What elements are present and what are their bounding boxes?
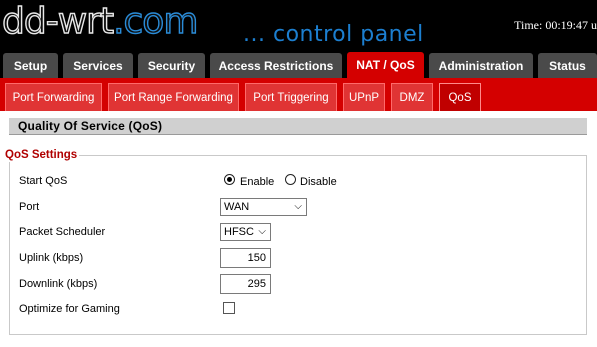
packet-scheduler-value: HFSC — [224, 226, 254, 238]
tagline: ... control panel — [243, 22, 424, 47]
tab-nat-qos[interactable]: NAT / QoS — [347, 52, 424, 78]
tab-security[interactable]: Security — [138, 53, 205, 78]
uplink-input[interactable]: 150 — [220, 248, 271, 268]
tab-administration[interactable]: Administration — [429, 53, 533, 78]
logo: dd-wrt.com — [1, 0, 199, 44]
packet-scheduler-label: Packet Scheduler — [19, 226, 106, 238]
subtab-port-forwarding[interactable]: Port Forwarding — [5, 83, 102, 111]
start-qos-disable-radio[interactable] — [285, 174, 296, 185]
subtab-port-triggering[interactable]: Port Triggering — [245, 83, 337, 111]
chevron-down-icon: ⌵ — [294, 201, 302, 212]
subtab-port-range-forwarding[interactable]: Port Range Forwarding — [108, 83, 239, 111]
start-qos-label: Start QoS — [19, 175, 68, 187]
sub-tab-bar: Port Forwarding Port Range Forwarding Po… — [0, 78, 597, 111]
start-qos-enable-label[interactable]: Enable — [240, 176, 274, 189]
port-label: Port — [19, 201, 40, 213]
downlink-label: Downlink (kbps) — [19, 278, 98, 290]
start-qos-disable-label[interactable]: Disable — [300, 176, 337, 189]
tab-access-restrictions[interactable]: Access Restrictions — [210, 53, 342, 78]
packet-scheduler-select[interactable]: HFSC ⌵ — [220, 223, 271, 241]
logo-main: dd-wrt — [1, 0, 114, 42]
chevron-down-icon: ⌵ — [258, 226, 266, 237]
uplink-label: Uplink (kbps) — [19, 252, 84, 264]
tab-services[interactable]: Services — [63, 53, 133, 78]
subtab-upnp[interactable]: UPnP — [343, 83, 385, 111]
subtab-qos[interactable]: QoS — [439, 83, 481, 111]
tab-setup[interactable]: Setup — [3, 53, 58, 78]
header-bar: dd-wrt.com ... control panel Time: 00:19… — [0, 0, 597, 50]
qos-settings-legend: QoS Settings — [3, 149, 80, 162]
start-qos-enable-radio[interactable] — [224, 174, 235, 185]
optimize-gaming-label: Optimize for Gaming — [19, 303, 120, 315]
logo-tld: .com — [112, 0, 199, 42]
optimize-gaming-checkbox[interactable] — [223, 302, 235, 314]
radio-selected-dot — [227, 177, 232, 182]
port-select[interactable]: WAN ⌵ — [220, 198, 307, 216]
time-display: Time: 00:19:47 u — [514, 18, 597, 32]
section-title: Quality Of Service (QoS) — [9, 118, 587, 135]
port-select-value: WAN — [224, 201, 250, 213]
downlink-input[interactable]: 295 — [220, 274, 271, 294]
main-tab-bar: Setup Services Security Access Restricti… — [0, 50, 597, 78]
subtab-dmz[interactable]: DMZ — [391, 83, 433, 111]
tab-status[interactable]: Status — [538, 53, 597, 78]
